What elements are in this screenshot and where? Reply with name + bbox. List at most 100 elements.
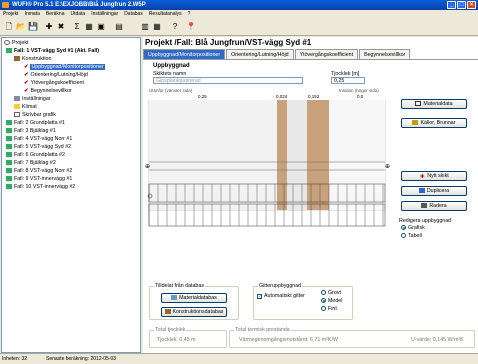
tree-settings[interactable]: Inställningar (14, 96, 51, 103)
tree-case-6[interactable]: Fall: 6 Grundplatta #2 (6, 152, 65, 159)
layer-exterior-plaster (149, 100, 277, 210)
menu-installningar[interactable]: Inställningar (91, 10, 118, 18)
material-data-button[interactable]: Materialdata (401, 99, 467, 109)
tree-case-5[interactable]: Fall: 5 VST-vägg Syd #2 (6, 144, 71, 151)
case-icon (6, 160, 12, 165)
duplicate-button[interactable]: Duplicera (401, 186, 467, 196)
menu-help[interactable]: ? (188, 10, 191, 18)
new-layer-icon: ✚ (420, 174, 425, 180)
radio-icon (321, 306, 326, 311)
materials-icon (415, 101, 422, 106)
toolbar: 🗋 📂 💾 ✚ ✖ Σ ▦ ▣ ▤ ▥ ▦ ? 📍 (0, 18, 478, 36)
menu-resultatanalys[interactable]: Resultatanalys (149, 10, 182, 18)
menu-berakna[interactable]: Beräkna (46, 10, 65, 18)
menu-utdata[interactable]: Utdata (70, 10, 85, 18)
layer-name-field[interactable]: Gipsplankpuprerad (153, 77, 303, 84)
tree-case-7[interactable]: Fall: 7 Bjälklag #2 (6, 160, 56, 167)
case-icon (6, 128, 12, 133)
duplicate-icon (418, 188, 425, 193)
new-file-icon[interactable]: 🗋 (4, 22, 14, 32)
radio-icon (321, 298, 326, 303)
window-title: WUFI® Pro 5.1 E:\EXJOBB\Blå Jungfrun 2.W… (12, 2, 146, 8)
run-icon[interactable]: ▣ (96, 22, 106, 32)
case-icon (6, 184, 12, 189)
tree-item-orientation[interactable]: ✔ Orientering/Lutning/Höjd (24, 72, 88, 79)
layer-diagram[interactable]: ⊕ ⊕ (145, 100, 390, 250)
help-icon[interactable]: ? (170, 22, 180, 32)
check-icon: ✔ (24, 80, 29, 86)
project-icon (4, 40, 10, 45)
tree-case-3[interactable]: Fall: 3 Bjälklag #1 (6, 128, 56, 135)
tree-root[interactable]: Projekt (4, 40, 29, 47)
tab-surface[interactable]: Ytövergångskoefficient (294, 49, 359, 59)
radio-fine[interactable]: Fint (321, 306, 337, 312)
app-icon (2, 2, 9, 8)
construction-database-button[interactable]: Konstruktionsdatabas (161, 307, 227, 317)
auto-grid-checkbox[interactable]: ✓ Automatiskt gitter (257, 293, 305, 300)
tab-orientation[interactable]: Orientering/Lutning/Höjd (226, 49, 294, 59)
table-icon[interactable]: ▤ (114, 22, 124, 32)
status-bar: Inheten: 32 Senaste beräkning: 2012-05-0… (0, 353, 478, 363)
remove-case-icon[interactable]: ✖ (56, 22, 66, 32)
tree-climate[interactable]: Klimat (14, 104, 37, 111)
radio-table[interactable]: Tabell (401, 233, 422, 239)
grid-icon[interactable]: ▦ (84, 22, 94, 32)
tree-item-initial[interactable]: ✔ Begynnelsevillkor (24, 88, 72, 95)
close-button[interactable]: × (467, 1, 476, 9)
layer-interior (329, 100, 385, 210)
checkbox-icon: ✓ (257, 294, 263, 300)
radio-graphic[interactable]: Grafisk (401, 225, 425, 231)
page-title: Projekt /Fall: Blå Jungfrun/VST-vägg Syd… (145, 38, 312, 47)
case-icon (6, 152, 12, 157)
thickness-field[interactable]: 0,25 (331, 77, 365, 84)
tree-case-8[interactable]: Fall: 8 VST-vägg Norr #2 (6, 168, 72, 175)
tree-case-1[interactable]: Fall: 1 VST-vägg Syd #1 (Akt. Fall) (6, 48, 99, 55)
tab-layers[interactable]: Uppbyggnad/Monitorpositioner (143, 49, 226, 59)
maximize-button[interactable]: □ (457, 1, 466, 9)
check-icon: ✔ (24, 88, 29, 94)
tree-item-layers[interactable]: ✔ Uppbyggnad/Monitorpositioner (24, 64, 105, 71)
case-icon (6, 176, 12, 181)
pin-icon[interactable]: 📍 (186, 22, 196, 32)
sources-button[interactable]: Källor, Brunnar (401, 118, 467, 128)
add-case-icon[interactable]: ✚ (44, 22, 54, 32)
tree-case-9[interactable]: Fall: 9 VST-innervägg #1 (6, 176, 72, 183)
construction-db-icon (164, 309, 171, 314)
layers-panel: Uppbyggnad Skiktets namn Gipsplankpuprer… (143, 59, 478, 353)
database-icon (171, 295, 178, 300)
check-icon: ✔ (24, 64, 29, 70)
settings-icon (14, 96, 20, 101)
calc-icon[interactable]: Σ (72, 22, 82, 32)
menu-inmata[interactable]: Inmata (25, 10, 40, 18)
tree-case-10[interactable]: Fall: 10 VST-innervägg #2 (6, 184, 75, 191)
minimize-button[interactable]: _ (447, 1, 456, 9)
monitor-marker: ⊕ (145, 163, 150, 170)
scale-label-4: 0,0 (357, 94, 364, 99)
tree-construction[interactable]: Konstruktion (14, 56, 51, 63)
main-area: Projekt /Fall: Blå Jungfrun/VST-vägg Syd… (143, 37, 478, 353)
title-bar: WUFI® Pro 5.1 E:\EXJOBB\Blå Jungfrun 2.W… (0, 0, 478, 10)
tree-item-surface[interactable]: ✔ Ytövergångskoefficient (24, 80, 84, 87)
save-icon[interactable]: 💾 (28, 22, 38, 32)
total-thickness-value: Tjocklek: 0,45 m (157, 337, 196, 343)
menu-databas[interactable]: Databas (124, 10, 143, 18)
scale-label-1: 0,25 (198, 94, 207, 99)
delete-button[interactable]: Radera (401, 201, 467, 211)
menu-projekt[interactable]: Projekt (3, 10, 19, 18)
layout-icon[interactable]: ▦ (152, 22, 162, 32)
new-layer-button[interactable]: ✚ Nytt skikt (401, 171, 467, 181)
resistance-value: Värmegenomgångsmotstånd: 6,71 m²K/W (239, 337, 338, 343)
radio-icon (401, 225, 406, 230)
radio-coarse[interactable]: Grovt (321, 290, 341, 296)
tab-bar: Uppbyggnad/Monitorpositioner Orientering… (143, 49, 478, 59)
tree-case-4[interactable]: Fall: 4 VST-vägg Norr #1 (6, 136, 72, 143)
material-database-button[interactable]: Materialdatabas (161, 293, 227, 303)
tab-initial[interactable]: Begynnelsevillkor (359, 49, 411, 59)
check-icon: ✔ (24, 72, 29, 78)
tree-graphics[interactable]: Skrivbar grafik (14, 112, 56, 119)
open-folder-icon[interactable]: 📂 (16, 22, 26, 32)
chart-icon[interactable]: ▥ (140, 22, 150, 32)
graphics-icon (14, 112, 20, 117)
radio-medium[interactable]: Medel (321, 298, 342, 304)
tree-case-2[interactable]: Fall: 2 Grundplatta #1 (6, 120, 65, 127)
